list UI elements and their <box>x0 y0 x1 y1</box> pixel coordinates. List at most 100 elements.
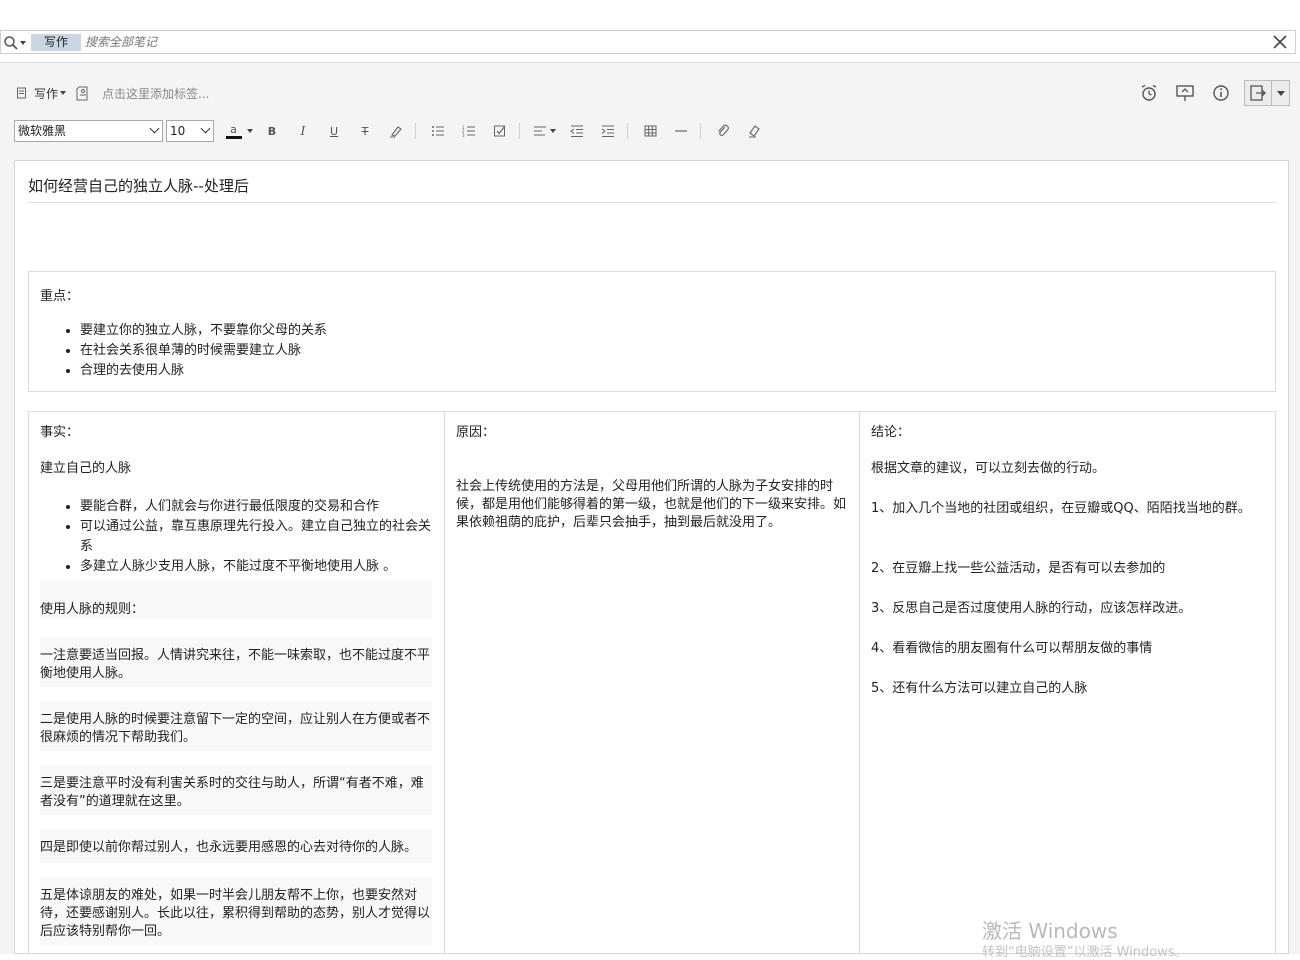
strikethrough-button[interactable]: T <box>352 120 378 142</box>
key-points-box: 重点： 要建立你的独立人脉，不要靠你父母的关系 在社会关系很单薄的时候需要建立人… <box>28 271 1276 392</box>
toolbar-separator <box>700 123 701 139</box>
facts-subheading: 建立自己的人脉 <box>40 461 132 476</box>
presentation-icon <box>1176 85 1194 101</box>
font-color-icon: a <box>225 123 242 139</box>
rule-text: 一注意要适当回报。人情讲究来往，不能一味索取，也不能过度不平衡地使用人脉。 <box>40 648 431 681</box>
note-editor[interactable]: 如何经营自己的独立人脉--处理后 重点： 要建立你的独立人脉，不要靠你父母的关系… <box>14 160 1289 955</box>
clear-format-button[interactable] <box>741 120 767 142</box>
checkbox-button[interactable] <box>487 120 513 142</box>
rule-block: 四是即使以前你帮过别人，也永远要用感恩的心去对待你的人脉。 <box>40 829 432 863</box>
italic-icon: I <box>300 124 306 138</box>
search-input[interactable] <box>81 33 1259 51</box>
editor-panel: 写作 点击这里添加标签... 微软雅黑 10 a B I U T 1 2 3 如… <box>0 62 1300 955</box>
search-options-caret-icon[interactable] <box>20 41 26 45</box>
facts-heading: 事实： <box>40 425 80 440</box>
font-family-select[interactable]: 微软雅黑 <box>14 120 163 142</box>
list-item: 合理的去使用人脉 <box>80 361 327 381</box>
clear-format-icon <box>749 125 760 138</box>
underline-icon: U <box>329 124 339 138</box>
rule-block: 二是使用人脉的时候要注意留下一定的空间，应让别人在方便或者不很麻烦的情况下帮助我… <box>40 701 432 751</box>
rule-text: 三是要注意平时没有利害关系时的交往与助人，所谓“有者不难，难者没有”的道理就在这… <box>40 776 424 809</box>
highlighter-icon <box>390 126 402 138</box>
chevron-down-icon[interactable] <box>60 91 67 95</box>
tag-icon[interactable] <box>76 85 90 101</box>
outdent-button[interactable] <box>564 120 590 142</box>
rule-text: 二是使用人脉的时候要注意留下一定的空间，应让别人在方便或者不很麻烦的情况下帮助我… <box>40 712 431 745</box>
search-scope-badge[interactable]: 写作 <box>31 34 82 51</box>
windows-activation-watermark: 激活 Windows <box>982 919 1118 943</box>
tag-input-hint[interactable]: 点击这里添加标签... <box>102 85 209 102</box>
note-mode-label[interactable]: 写作 <box>34 85 58 102</box>
align-left-icon <box>533 126 546 136</box>
three-column-table: 事实： 建立自己的人脉 要能合群，人们就会与你进行最低限度的交易和合作 可以通过… <box>28 411 1276 955</box>
top-blank-area <box>0 0 1300 30</box>
reasons-text: 社会上传统使用的方法是，父母用他们所谓的人脉为子女安排的时候，都是用他们能够得着… <box>456 479 847 530</box>
title-divider <box>28 202 1276 203</box>
attachment-button[interactable] <box>710 120 736 142</box>
toolbar-separator <box>627 123 628 139</box>
horizontal-rule-button[interactable] <box>668 120 694 142</box>
windows-activation-subtext: 转到“电脑设置”以激活 Windows。 <box>982 945 1188 960</box>
note-title[interactable]: 如何经营自己的独立人脉--处理后 <box>28 175 249 196</box>
checkbox-icon <box>494 125 506 137</box>
key-points-heading: 重点： <box>40 289 80 304</box>
list-item: 要能合群，人们就会与你进行最低限度的交易和合作 <box>80 497 432 517</box>
alarm-clock-icon <box>1141 84 1157 101</box>
conclusion-item: 1、加入几个当地的社团或组织，在豆瓣或QQ、陌陌找当地的群。 <box>871 501 1251 516</box>
italic-button[interactable]: I <box>290 120 316 142</box>
info-button[interactable] <box>1210 82 1232 104</box>
share-icon <box>1250 85 1266 101</box>
svg-text:3: 3 <box>462 133 465 137</box>
share-button[interactable] <box>1244 80 1290 106</box>
conclusions-column: 结论： 根据文章的建议，可以立刻去做的行动。 1、加入几个当地的社团或组织，在豆… <box>860 412 1275 955</box>
underline-button[interactable]: U <box>321 120 347 142</box>
facts-column: 事实： 建立自己的人脉 要能合群，人们就会与你进行最低限度的交易和合作 可以通过… <box>29 412 445 955</box>
bullet-list-button[interactable] <box>425 120 451 142</box>
rule-text: 五是体谅朋友的难处，如果一时半会儿朋友帮不上你，也要安然对待，还要感谢别人。长此… <box>40 888 431 939</box>
toolbar-separator <box>415 123 416 139</box>
toolbar-separator <box>519 123 520 139</box>
align-button[interactable] <box>529 120 559 142</box>
rules-heading-block: 使用人脉的规则： <box>40 580 432 618</box>
search-bar: 写作 <box>0 30 1296 54</box>
list-item: 在社会关系很单薄的时候需要建立人脉 <box>80 341 327 361</box>
rules-heading: 使用人脉的规则： <box>40 602 145 617</box>
indent-button[interactable] <box>595 120 621 142</box>
key-points-list: 要建立你的独立人脉，不要靠你父母的关系 在社会关系很单薄的时候需要建立人脉 合理… <box>40 321 327 381</box>
list-item: 要建立你的独立人脉，不要靠你父母的关系 <box>80 321 327 341</box>
alarm-button[interactable] <box>1138 82 1160 104</box>
rule-block: 五是体谅朋友的难处，如果一时半会儿朋友帮不上你，也要安然对待，还要感谢别人。长此… <box>40 877 432 945</box>
chevron-down-icon <box>549 129 556 133</box>
font-size-value: 10 <box>170 124 186 138</box>
conclusions-heading: 结论： <box>871 425 911 440</box>
insert-table-button[interactable] <box>637 120 663 142</box>
table-icon <box>644 125 656 137</box>
list-item: 可以通过公益，靠互惠原理先行投入。建立自己独立的社会关系 <box>80 517 432 557</box>
list-item: 多建立人脉少支用人脉，不能过度不平衡地使用人脉 。 <box>80 557 432 577</box>
search-icon[interactable] <box>3 35 19 51</box>
bullet-list-icon <box>432 126 444 136</box>
indent-icon <box>601 125 614 137</box>
conclusion-item: 2、在豆瓣上找一些公益活动，是否有可以去参加的 <box>871 561 1166 576</box>
conclusion-item: 5、还有什么方法可以建立自己的人脉 <box>871 681 1088 696</box>
font-size-select[interactable]: 10 <box>166 120 214 142</box>
conclusions-intro: 根据文章的建议，可以立刻去做的行动。 <box>871 461 1106 476</box>
close-icon[interactable] <box>1273 35 1287 49</box>
numbered-list-button[interactable]: 123 <box>456 120 482 142</box>
conclusion-item: 3、反思自己是否过度使用人脉的行动，应该怎样改进。 <box>871 601 1192 616</box>
highlight-button[interactable] <box>383 120 409 142</box>
rule-text: 四是即使以前你帮过别人，也永远要用感恩的心去对待你的人脉。 <box>40 840 418 855</box>
present-button[interactable] <box>1174 82 1196 104</box>
chevron-down-icon <box>1276 90 1285 96</box>
font-color-button[interactable]: a <box>224 120 254 142</box>
note-actions <box>1124 80 1290 106</box>
info-icon <box>1213 85 1229 101</box>
format-toolbar: 微软雅黑 10 a B I U T 1 2 3 <box>14 119 767 143</box>
bold-icon: B <box>267 124 277 138</box>
horizontal-line-icon <box>675 130 687 132</box>
chevron-down-icon <box>200 123 211 134</box>
paperclip-icon <box>718 124 729 136</box>
reasons-heading: 原因： <box>456 425 496 440</box>
strikethrough-icon: T <box>361 124 369 138</box>
bold-button[interactable]: B <box>259 120 285 142</box>
